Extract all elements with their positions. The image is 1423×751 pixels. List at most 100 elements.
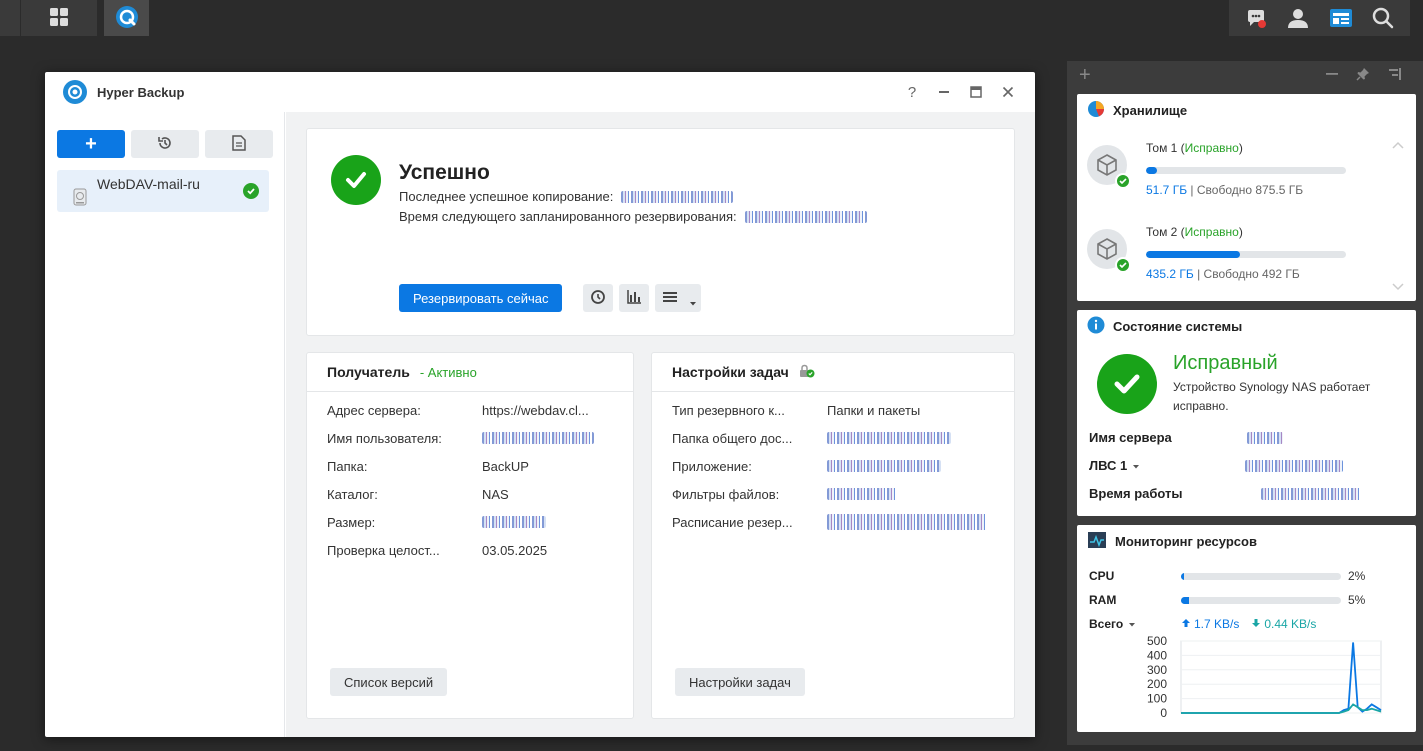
settings-row-shared-folder: Папка общего дос... (672, 429, 998, 447)
task-name: WebDAV-mail-ru (97, 176, 200, 192)
monitor-title: Мониторинг ресурсов (1115, 533, 1257, 549)
panel-settings-icon[interactable] (1388, 67, 1402, 84)
statistics-button[interactable] (619, 284, 649, 312)
lan-row[interactable]: ЛВС 1 (1089, 458, 1343, 473)
settings-key: Приложение: (672, 458, 752, 474)
taskbar-edge (0, 0, 20, 36)
next-backup-line: Время следующего запланированного резерв… (399, 209, 867, 224)
volume-1[interactable]: Том 1 (Исправно) 51.7 ГБ | Свободно 875.… (1087, 135, 1407, 205)
network-total-selector[interactable]: Всего (1089, 617, 1181, 631)
hyper-backup-icon (114, 4, 140, 33)
volume-ok-icon (1115, 173, 1131, 189)
search-icon[interactable] (1371, 6, 1395, 30)
grid-icon (49, 7, 69, 30)
target-value: 03.05.2025 (482, 542, 548, 558)
caret-down-icon (689, 295, 697, 310)
volume-size: 435.2 ГБ | Свободно 492 ГБ (1146, 267, 1300, 281)
upload-arrow-icon (1181, 617, 1191, 631)
system-health-widget: Состояние системы Исправный Устройство S… (1077, 310, 1416, 516)
task-settings-button[interactable]: Настройки задач (675, 668, 805, 696)
drive-icon (73, 188, 87, 209)
volume-usage-bar (1146, 251, 1346, 258)
next-backup-label: Время следующего запланированного резерв… (399, 209, 737, 224)
taskbar-hyper-backup[interactable] (104, 0, 149, 36)
chat-icon[interactable] (1244, 6, 1268, 30)
widget-panel-header: + (1067, 61, 1423, 89)
target-card-header: Получатель - Активно (307, 353, 633, 392)
storage-title: Хранилище (1113, 102, 1188, 118)
log-button[interactable] (205, 130, 273, 158)
help-button[interactable]: ? (903, 83, 921, 101)
chart-y-tick-label: 500 (1147, 634, 1167, 648)
volume-free: Свободно 875.5 ГБ (1196, 183, 1304, 197)
task-settings-header: Настройки задач (652, 353, 1014, 392)
task-settings-card: Настройки задач Тип резервного к... Папк… (651, 352, 1015, 719)
server-name-row: Имя сервера (1089, 430, 1283, 445)
network-total-label: Всего (1089, 617, 1124, 631)
volume-usage-bar (1146, 167, 1346, 174)
backup-now-button[interactable]: Резервировать сейчас (399, 284, 563, 312)
storage-widget-header: Хранилище (1077, 94, 1416, 126)
target-key: Размер: (327, 514, 376, 530)
settings-row-type: Тип резервного к... Папки и пакеты (672, 401, 998, 419)
maximize-button[interactable] (967, 83, 985, 101)
upload-rate: 1.7 KB/s (1194, 617, 1240, 631)
task-item-webdav[interactable]: WebDAV-mail-ru (57, 170, 269, 212)
main-menu-button[interactable] (21, 0, 97, 36)
lan-label: ЛВС 1 (1089, 458, 1128, 473)
hyper-backup-logo-icon (63, 80, 87, 104)
volume-name: Том 2 (Исправно) (1146, 225, 1243, 239)
target-row-folder: Папка: BackUP (327, 457, 617, 475)
user-icon[interactable] (1286, 6, 1310, 30)
restore-button[interactable] (131, 130, 199, 158)
download-arrow-icon (1251, 617, 1261, 631)
schedule-button[interactable] (583, 284, 613, 312)
chart-y-tick-label: 400 (1147, 648, 1167, 662)
action-menu-button[interactable] (655, 284, 701, 312)
settings-value: Папки и пакеты (827, 402, 921, 418)
next-backup-value-redacted (744, 210, 867, 223)
cpu-usage-bar (1181, 572, 1341, 580)
target-row-server: Адрес сервера: https://webdav.cl... (327, 401, 617, 419)
health-state: Исправный (1173, 352, 1278, 374)
target-row-directory: Каталог: NAS (327, 485, 617, 503)
caret-down-icon (1128, 617, 1136, 631)
last-backup-label: Последнее успешное копирование: (399, 189, 614, 204)
network-row[interactable]: Всего 1.7 KB/s 0.44 KB/s (1089, 616, 1409, 632)
target-row-size: Размер: (327, 513, 617, 531)
volume-status: Исправно (1184, 225, 1239, 239)
settings-key: Фильтры файлов: (672, 486, 780, 502)
target-key: Каталог: (327, 486, 378, 502)
chart-y-tick-label: 100 (1147, 692, 1167, 706)
main-content: Успешно Последнее успешное копирование: … (286, 112, 1035, 737)
cpu-percent: 2% (1348, 569, 1366, 583)
plus-icon: + (85, 133, 97, 155)
taskbar (0, 0, 1423, 37)
chart-y-tick-label: 200 (1147, 677, 1167, 691)
add-task-button[interactable]: + (57, 130, 125, 158)
menu-icon (663, 291, 677, 306)
lan-address-redacted (1245, 459, 1343, 472)
settings-key: Папка общего дос... (672, 430, 793, 446)
settings-key: Тип резервного к... (672, 402, 785, 418)
uptime-row: Время работы (1089, 486, 1361, 501)
volume-usage-fill (1146, 251, 1240, 258)
pie-chart-icon (1087, 100, 1105, 121)
volume-2[interactable]: Том 2 (Исправно) 435.2 ГБ | Свободно 492… (1087, 219, 1407, 289)
window-titlebar[interactable]: Hyper Backup ? (45, 72, 1035, 112)
version-list-button[interactable]: Список версий (330, 668, 448, 696)
ram-row: RAM 5% (1089, 592, 1409, 608)
add-widget-icon[interactable]: + (1079, 65, 1091, 85)
application-value-redacted (827, 460, 941, 472)
monitor-widget-header: Мониторинг ресурсов (1077, 525, 1416, 557)
health-widget-header: Состояние системы (1077, 310, 1416, 342)
volume-name-text: Том 2 (1146, 225, 1178, 239)
pin-icon[interactable] (1356, 67, 1370, 84)
minimize-widget-icon[interactable] (1326, 68, 1338, 83)
widgets-icon[interactable] (1329, 6, 1353, 30)
target-value: BackUP (482, 458, 529, 474)
volume-name-text: Том 1 (1146, 141, 1178, 155)
close-button[interactable] (999, 83, 1017, 101)
target-value: https://webdav.cl... (482, 402, 589, 418)
minimize-button[interactable] (935, 83, 953, 101)
